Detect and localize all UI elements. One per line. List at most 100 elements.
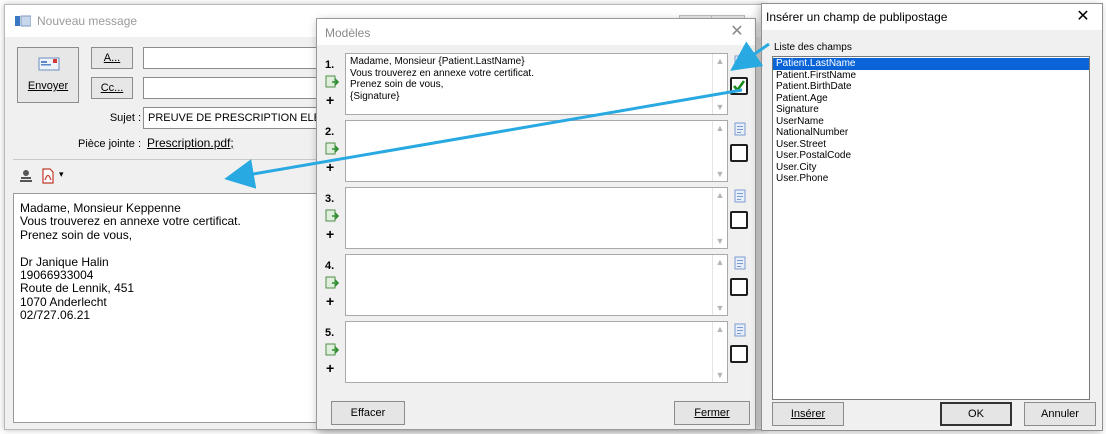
template-text-line: Madame, Monsieur {Patient.LastName} [350, 56, 525, 67]
to-button[interactable]: A... [91, 47, 133, 69]
scroll-down-icon[interactable]: ▼ [713, 100, 727, 114]
message-body-line: Vous trouverez en annexe votre certifica… [20, 214, 241, 229]
merge-field-item[interactable]: User.Street [773, 139, 1089, 151]
edit-template-icon[interactable] [733, 55, 747, 69]
template-text-area[interactable]: ▲ ▼ [345, 254, 728, 316]
template-scrollbar[interactable]: ▲ ▼ [712, 255, 727, 315]
template-number: 4. [325, 260, 335, 272]
template-scrollbar[interactable]: ▲ ▼ [712, 188, 727, 248]
subject-field[interactable]: PREUVE DE PRESCRIPTION ELE [143, 107, 323, 129]
templates-titlebar: Modèles ✕ [317, 19, 755, 45]
scroll-up-icon[interactable]: ▲ [713, 121, 727, 135]
merge-close-icon[interactable]: ✕ [1072, 6, 1094, 28]
add-signature-icon[interactable]: + [326, 361, 334, 375]
scroll-up-icon[interactable]: ▲ [713, 54, 727, 68]
merge-field-item[interactable]: UserName [773, 116, 1089, 128]
send-button[interactable]: Envoyer [17, 47, 79, 103]
merge-field-item[interactable]: User.PostalCode [773, 150, 1089, 162]
pdf-icon[interactable] [41, 168, 55, 184]
scroll-down-icon[interactable]: ▼ [713, 167, 727, 181]
template-scrollbar[interactable]: ▲ ▼ [712, 322, 727, 382]
merge-field-item[interactable]: User.City [773, 162, 1089, 174]
close-button[interactable]: Fermer [674, 401, 750, 425]
insert-field-icon[interactable] [325, 142, 339, 156]
edit-template-icon[interactable] [733, 122, 747, 136]
insert-field-icon[interactable] [325, 276, 339, 290]
template-text-area[interactable]: Madame, Monsieur {Patient.LastName} Vous … [345, 53, 728, 115]
fields-list-caption: Liste des champs [774, 42, 852, 53]
insert-button[interactable]: Insérer [772, 402, 844, 426]
template-checkbox[interactable] [730, 77, 748, 95]
template-number: 5. [325, 327, 335, 339]
scroll-down-icon[interactable]: ▼ [713, 234, 727, 248]
insert-field-icon[interactable] [325, 343, 339, 357]
scroll-down-icon[interactable]: ▼ [713, 368, 727, 382]
merge-titlebar: Insérer un champ de publipostage ✕ [762, 4, 1102, 30]
message-body-line: 02/727.06.21 [20, 308, 91, 323]
template-text-area[interactable]: ▲ ▼ [345, 187, 728, 249]
insert-field-icon[interactable] [325, 209, 339, 223]
message-body-line: Madame, Monsieur Keppenne [20, 201, 181, 215]
templates-dialog: Modèles ✕ 1. + Madame, Monsieur {Patient.L… [316, 18, 756, 430]
template-text-line: Vous trouverez en annexe votre certifica… [350, 67, 534, 79]
toolbar-divider [13, 159, 323, 160]
cc-button[interactable]: Cc... [91, 77, 133, 99]
scroll-up-icon[interactable]: ▲ [713, 188, 727, 202]
edit-template-icon[interactable] [733, 189, 747, 203]
template-number: 3. [325, 193, 335, 205]
message-body[interactable]: Madame, Monsieur Keppenne Vous trouverez … [13, 193, 318, 423]
body-toolbar: ▾ [13, 165, 318, 187]
subject-label: Sujet : [109, 112, 141, 124]
merge-field-item[interactable]: Patient.Age [773, 93, 1089, 105]
merge-field-item[interactable]: Patient.FirstName [773, 70, 1089, 82]
user-stamp-icon[interactable] [19, 169, 33, 183]
scroll-up-icon[interactable]: ▲ [713, 322, 727, 336]
checkmark-icon [733, 80, 746, 93]
add-signature-icon[interactable]: + [326, 294, 334, 308]
message-window-icon [15, 15, 31, 27]
merge-dialog-title: Insérer un champ de publipostage [766, 10, 948, 24]
add-signature-icon[interactable]: + [326, 160, 334, 174]
message-body-line: Dr Janique Halin [20, 254, 109, 269]
fields-listbox[interactable]: Patient.LastName Patient.FirstName Patient… [772, 56, 1090, 400]
attachment-label: Pièce jointe : [78, 138, 141, 150]
envelope-send-icon [38, 57, 60, 71]
edit-template-icon[interactable] [733, 323, 747, 337]
cc-field[interactable] [143, 77, 323, 99]
message-body-line [20, 242, 311, 255]
send-button-label: Envoyer [27, 80, 69, 92]
add-signature-icon[interactable]: + [326, 93, 334, 107]
scroll-down-icon[interactable]: ▼ [713, 301, 727, 315]
template-scrollbar[interactable]: ▲ ▼ [712, 54, 727, 114]
attachment-link[interactable]: Prescription.pdf; [143, 133, 323, 155]
merge-field-item[interactable]: User.Phone [773, 173, 1089, 185]
template-checkbox[interactable] [730, 278, 748, 296]
message-window-title: Nouveau message [37, 14, 138, 28]
message-body-line: 19066933004 [20, 267, 94, 282]
add-signature-icon[interactable]: + [326, 227, 334, 241]
pdf-dropdown-chevron-icon[interactable]: ▾ [59, 169, 64, 180]
template-scrollbar[interactable]: ▲ ▼ [712, 121, 727, 181]
cancel-button[interactable]: Annuler [1024, 402, 1096, 426]
edit-template-icon[interactable] [733, 256, 747, 270]
template-text-area[interactable]: ▲ ▼ [345, 321, 728, 383]
template-checkbox[interactable] [730, 211, 748, 229]
templates-close-icon[interactable]: ✕ [725, 21, 749, 43]
templates-dialog-title: Modèles [325, 26, 371, 40]
clear-button[interactable]: Effacer [331, 401, 405, 425]
message-body-line: Route de Lennik, 451 [20, 281, 135, 296]
template-text-area[interactable]: ▲ ▼ [345, 120, 728, 182]
scroll-up-icon[interactable]: ▲ [713, 255, 727, 269]
merge-field-item[interactable]: Signature [773, 104, 1089, 116]
to-field[interactable] [143, 47, 323, 69]
template-checkbox[interactable] [730, 144, 748, 162]
message-body-line: 1070 Anderlecht [20, 294, 107, 309]
template-checkbox[interactable] [730, 345, 748, 363]
merge-field-item[interactable]: Patient.BirthDate [773, 81, 1089, 93]
merge-field-dialog: Insérer un champ de publipostage ✕ Liste… [761, 3, 1103, 431]
ok-button[interactable]: OK [940, 402, 1012, 426]
merge-field-item[interactable]: Patient.LastName [773, 58, 1089, 70]
template-text-line: Prenez soin de vous, [350, 79, 444, 90]
insert-field-icon[interactable] [325, 75, 339, 89]
merge-field-item[interactable]: NationalNumber [773, 127, 1089, 139]
